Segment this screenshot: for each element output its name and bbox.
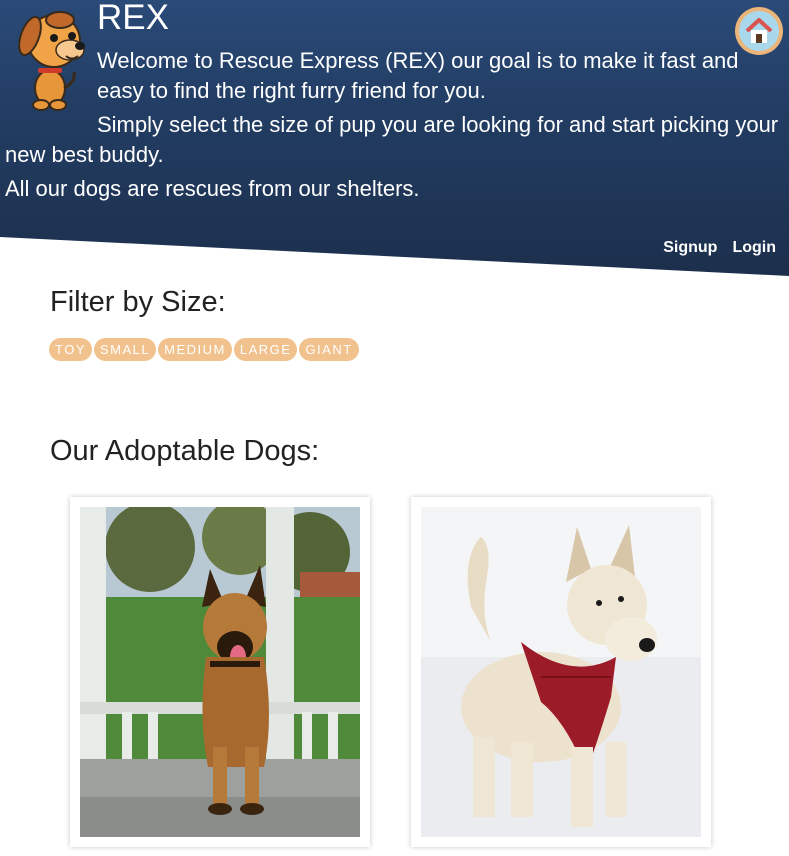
size-filter-toy[interactable]: TOY xyxy=(49,338,92,361)
size-filter-large[interactable]: LARGE xyxy=(233,338,298,361)
filter-heading: Filter by Size: xyxy=(50,286,226,318)
intro-paragraph: All our dogs are rescues from our shelte… xyxy=(5,176,420,201)
dog-card[interactable] xyxy=(411,497,711,847)
dogs-heading: Our Adoptable Dogs: xyxy=(50,435,320,467)
intro-paragraph: Welcome to Rescue Express (REX) our goal… xyxy=(97,48,739,103)
size-filter-group: TOY SMALL MEDIUM LARGE GIANT xyxy=(49,338,359,361)
intro-paragraph: Simply select the size of pup you are lo… xyxy=(5,112,779,167)
site-title: REX xyxy=(97,0,169,37)
size-filter-small[interactable]: SMALL xyxy=(94,338,157,361)
dog-card[interactable] xyxy=(70,497,370,847)
home-icon xyxy=(745,18,773,43)
signup-link[interactable]: Signup xyxy=(663,239,717,257)
auth-nav: Signup Login xyxy=(663,239,776,257)
size-filter-giant[interactable]: GIANT xyxy=(299,338,359,361)
home-button[interactable] xyxy=(735,7,783,55)
size-filter-medium[interactable]: MEDIUM xyxy=(158,338,232,361)
intro-text: Welcome to Rescue Express (REX) our goal… xyxy=(0,46,789,204)
dog-photo[interactable] xyxy=(421,507,701,837)
login-link[interactable]: Login xyxy=(732,239,776,257)
dog-photo[interactable] xyxy=(80,507,360,837)
